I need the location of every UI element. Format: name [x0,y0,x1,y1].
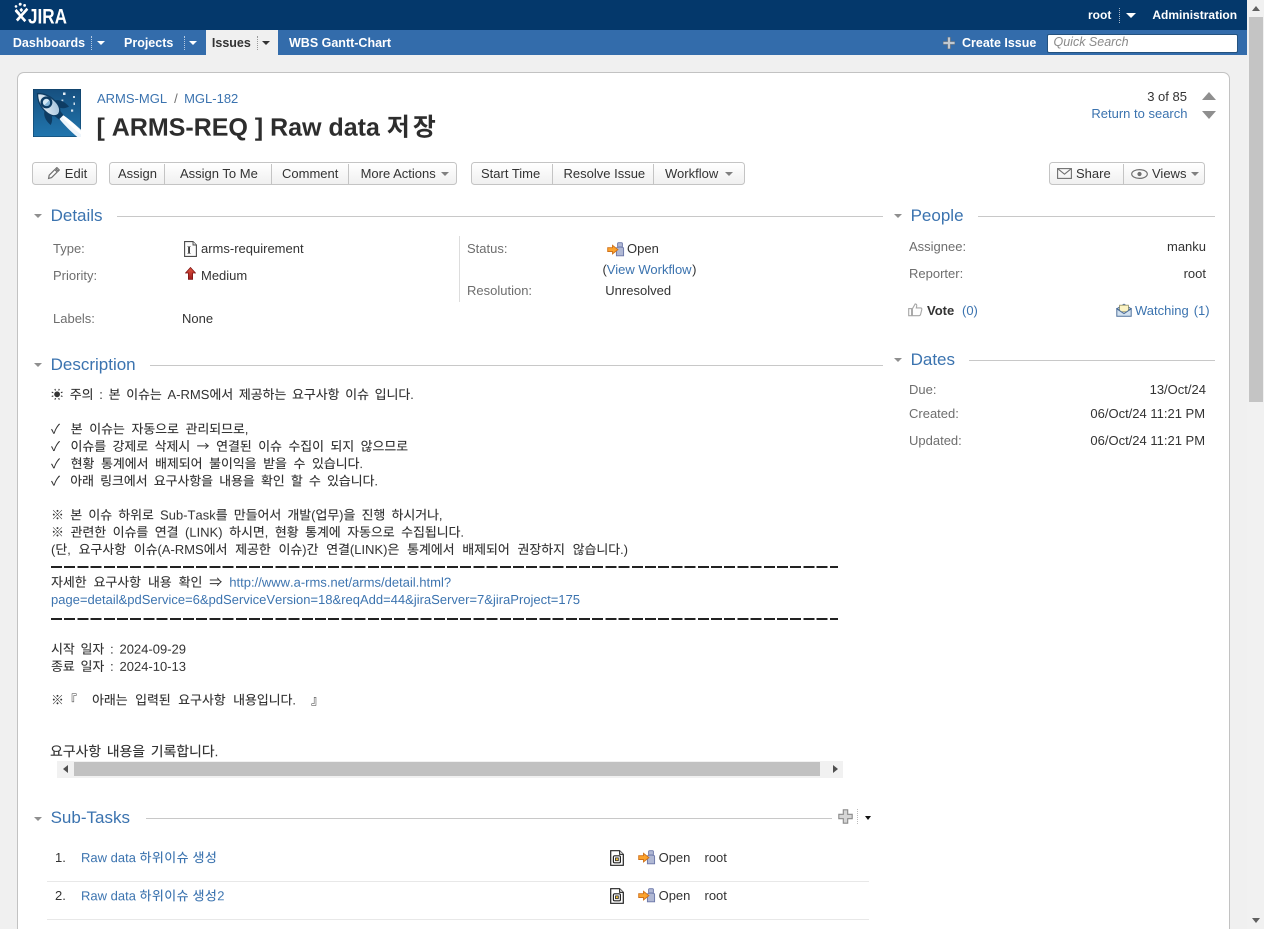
svg-text:I: I [187,246,191,257]
